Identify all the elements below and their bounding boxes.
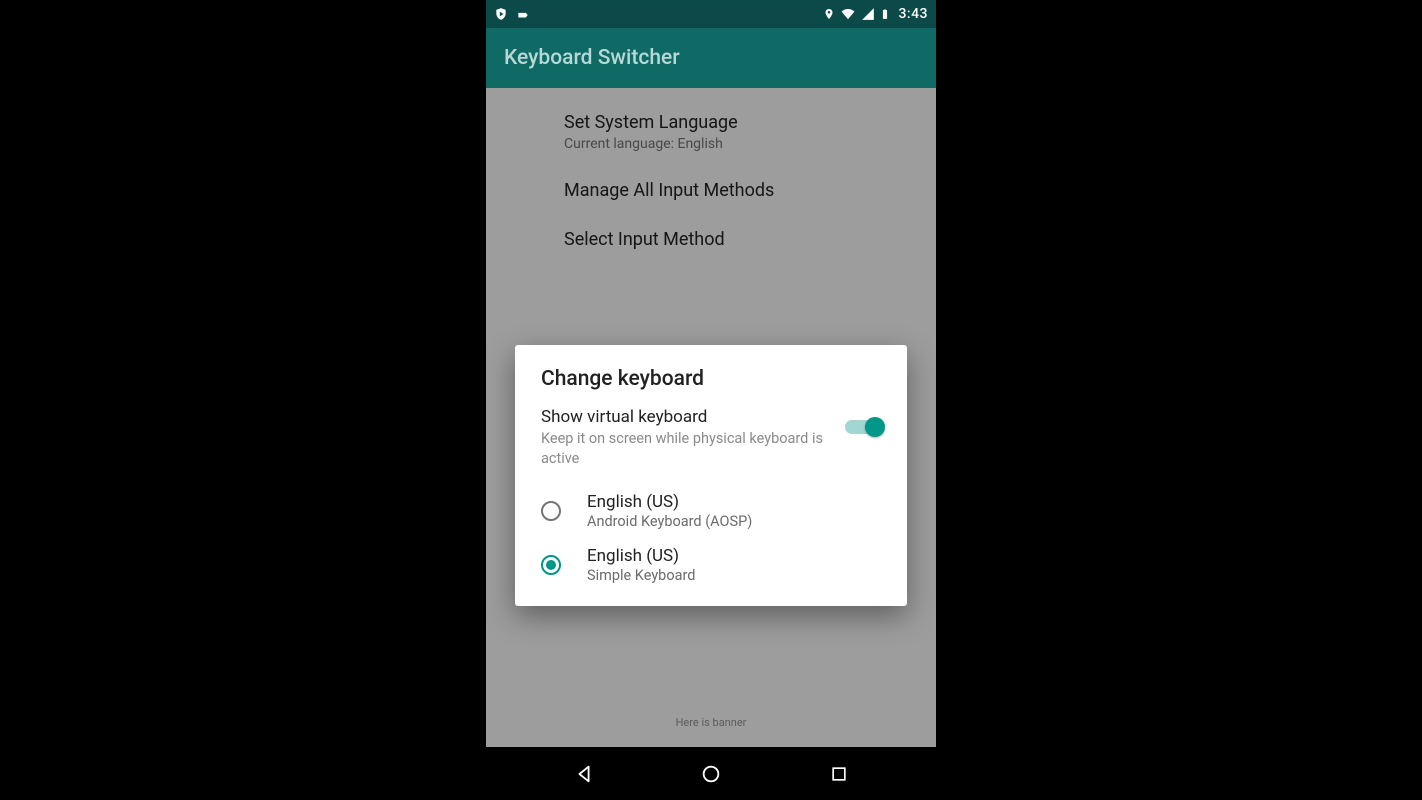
list-item-title: Select Input Method xyxy=(564,229,916,250)
keyboard-option-simple[interactable]: English (US) Simple Keyboard xyxy=(541,538,881,592)
usb-icon xyxy=(516,7,530,21)
status-bar: 3:43 xyxy=(486,0,936,28)
toggle-title: Show virtual keyboard xyxy=(541,407,833,427)
settings-list: Set System Language Current language: En… xyxy=(486,88,936,264)
virtual-keyboard-switch[interactable] xyxy=(845,417,881,437)
nav-recents-button[interactable] xyxy=(809,758,869,790)
nav-home-button[interactable] xyxy=(681,758,741,790)
radio-unchecked-icon xyxy=(541,501,561,521)
app-title: Keyboard Switcher xyxy=(504,46,680,70)
option-title: English (US) xyxy=(587,492,752,512)
battery-charging-icon xyxy=(880,6,890,22)
show-virtual-keyboard-row[interactable]: Show virtual keyboard Keep it on screen … xyxy=(541,407,881,468)
shield-play-icon xyxy=(494,7,508,21)
android-nav-bar xyxy=(486,747,936,800)
list-item-sub: Current language: English xyxy=(564,136,916,152)
option-title: English (US) xyxy=(587,546,695,566)
status-clock: 3:43 xyxy=(898,6,928,22)
list-item-title: Set System Language xyxy=(564,112,916,133)
change-keyboard-dialog: Change keyboard Show virtual keyboard Ke… xyxy=(515,345,907,606)
radio-checked-icon xyxy=(541,555,561,575)
settings-item-manage-input[interactable]: Manage All Input Methods xyxy=(486,166,936,215)
settings-item-system-language[interactable]: Set System Language Current language: En… xyxy=(486,98,936,166)
list-item-title: Manage All Input Methods xyxy=(564,180,916,201)
app-bar: Keyboard Switcher xyxy=(486,28,936,88)
wifi-icon xyxy=(840,7,856,21)
dialog-title: Change keyboard xyxy=(541,367,881,391)
keyboard-option-aosp[interactable]: English (US) Android Keyboard (AOSP) xyxy=(541,484,881,538)
option-sub: Simple Keyboard xyxy=(587,567,695,584)
signal-icon xyxy=(861,7,875,21)
option-sub: Android Keyboard (AOSP) xyxy=(587,513,752,530)
app-content: Set System Language Current language: En… xyxy=(486,88,936,747)
location-icon xyxy=(823,7,835,21)
toggle-sub: Keep it on screen while physical keyboar… xyxy=(541,429,833,468)
phone-frame: 3:43 Keyboard Switcher Set System Langua… xyxy=(486,0,936,800)
settings-item-select-input[interactable]: Select Input Method xyxy=(486,215,936,264)
ad-banner: Here is banner xyxy=(486,716,936,729)
nav-back-button[interactable] xyxy=(554,758,614,790)
switch-thumb xyxy=(865,417,885,437)
